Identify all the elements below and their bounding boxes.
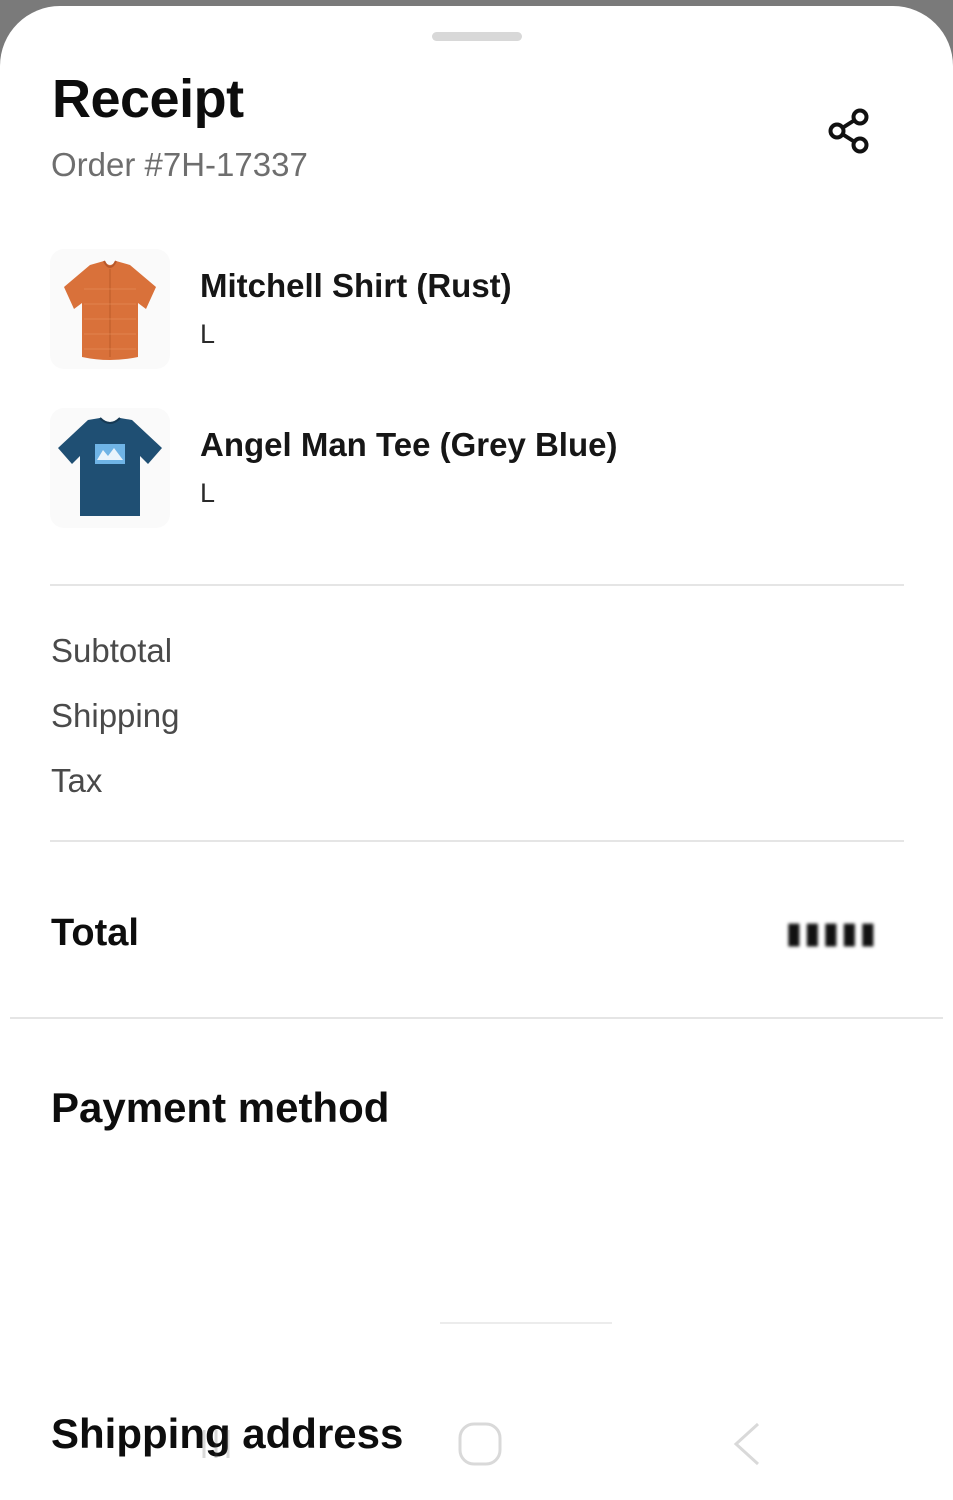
item-size: L (200, 319, 216, 349)
list-item[interactable]: Angel Man Tee (Grey Blue) L (50, 408, 910, 528)
divider (50, 584, 904, 586)
tax-label: Tax (51, 762, 103, 799)
page-title: Receipt (52, 69, 244, 129)
recent-apps-button[interactable] (196, 1424, 236, 1469)
recent-apps-icon (202, 1430, 230, 1458)
item-name: Angel Man Tee (Grey Blue) (200, 426, 618, 463)
tee-grey-blue-image (50, 408, 170, 528)
shirt-rust-image (50, 249, 170, 369)
item-name: Mitchell Shirt (Rust) (200, 267, 512, 304)
item-size: L (200, 478, 216, 508)
order-number: Order #7H-17337 (51, 146, 308, 183)
divider (50, 840, 904, 842)
share-button[interactable] (824, 106, 874, 156)
subtotal-label: Subtotal (51, 632, 173, 669)
shipping-label: Shipping (51, 697, 180, 734)
divider (440, 1322, 612, 1324)
sheet-drag-handle[interactable] (432, 32, 522, 41)
total-label: Total (51, 912, 139, 954)
back-button[interactable] (728, 1420, 768, 1473)
back-icon (733, 1422, 760, 1466)
share-icon (828, 108, 869, 154)
list-item[interactable]: Mitchell Shirt (Rust) L (50, 249, 910, 369)
home-icon (458, 1422, 502, 1466)
section-divider (10, 1017, 943, 1019)
home-button[interactable] (456, 1420, 504, 1473)
payment-method-heading: Payment method (51, 1084, 390, 1131)
total-value-redacted: ▮▮▮▮▮ (785, 917, 878, 950)
receipt-sheet: Receipt Order #7H-17337 Mitchell Shirt (… (0, 6, 953, 1500)
